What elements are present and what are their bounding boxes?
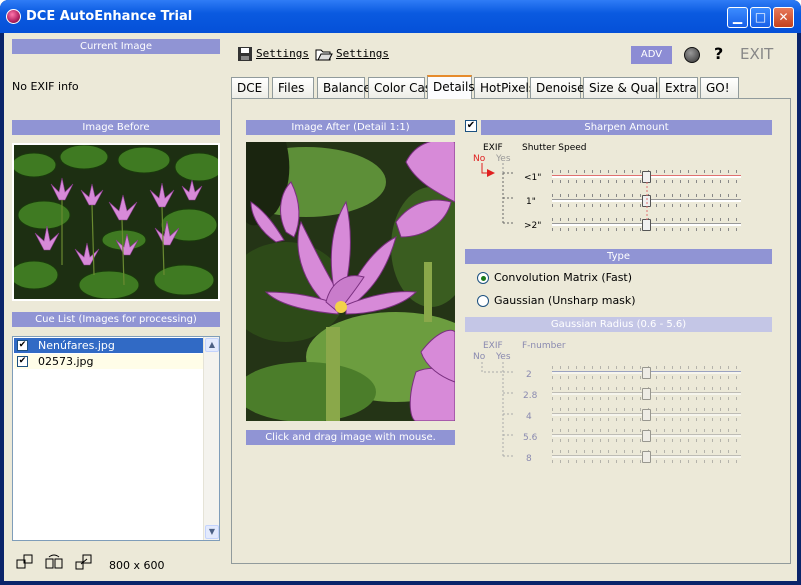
image-size-text: 800 x 600	[109, 559, 165, 572]
sharpen-marker-icon	[487, 169, 495, 177]
sharpen-amount-header: Sharpen Amount	[481, 120, 772, 135]
minimize-button[interactable]: ▁	[727, 7, 748, 28]
type-header: Type	[465, 249, 772, 264]
gaussian-row-label: 2	[526, 370, 532, 380]
app-window: DCE AutoEnhance Trial ▁ □ ✕ Current Imag…	[0, 0, 801, 585]
tab-denoiser[interactable]: Denoiser	[530, 77, 589, 99]
rotate-left-icon[interactable]	[16, 554, 34, 572]
window-title: DCE AutoEnhance Trial	[26, 9, 193, 24]
list-item[interactable]: ✔ 02573.jpg	[14, 354, 204, 369]
list-item[interactable]: ✔ Nenúfares.jpg	[14, 338, 204, 353]
sharpen-link-line	[646, 182, 648, 222]
tab-dce[interactable]: DCE	[231, 77, 269, 99]
image-after-header: Image After (Detail 1:1)	[246, 120, 455, 135]
image-before-header: Image Before	[12, 120, 220, 135]
gaussian-slider[interactable]	[552, 429, 741, 443]
slider-thumb[interactable]	[642, 430, 651, 442]
gaussian-row-label: 8	[526, 454, 532, 464]
open-settings-link[interactable]: Settings	[336, 47, 389, 60]
convolution-label[interactable]: Convolution Matrix (Fast)	[494, 271, 632, 284]
tab-hotpixels[interactable]: HotPixels	[474, 77, 535, 99]
image-after-preview[interactable]	[246, 142, 455, 421]
gaussian-row-label: 2.8	[523, 391, 538, 401]
exit-button[interactable]: EXIT	[740, 45, 773, 63]
sharpen-checkbox[interactable]: ✔	[465, 120, 477, 132]
gaussian-exif-connector	[481, 362, 513, 457]
gaussian-row-label: 4	[526, 412, 532, 422]
slider-thumb[interactable]	[642, 388, 651, 400]
gaussian-slider[interactable]	[552, 387, 741, 401]
list-item-label: 02573.jpg	[38, 355, 94, 368]
tab-details[interactable]: Details	[427, 75, 475, 99]
gaussian-slider[interactable]	[552, 366, 741, 380]
cue-list-header: Cue List (Images for processing)	[12, 312, 220, 327]
drag-hint-bar: Click and drag image with mouse.	[246, 430, 455, 445]
sharpen-row-label: <1"	[524, 173, 542, 183]
tab-go[interactable]: GO!	[700, 77, 739, 99]
help-icon[interactable]: ?	[714, 44, 723, 63]
close-button[interactable]: ✕	[773, 7, 794, 28]
gaussian-no-label[interactable]: No	[473, 352, 485, 362]
slider-thumb[interactable]	[642, 367, 651, 379]
convolution-radio[interactable]	[477, 272, 489, 284]
list-scrollbar[interactable]: ▲ ▼	[203, 337, 219, 540]
rotate-right-icon[interactable]	[44, 554, 64, 572]
gaussian-radius-header: Gaussian Radius (0.6 - 5.6)	[465, 317, 772, 332]
gaussian-row-label: 5.6	[523, 433, 538, 443]
checkbox[interactable]: ✔	[17, 340, 28, 351]
slider-thumb[interactable]	[642, 451, 651, 463]
open-folder-icon[interactable]	[315, 46, 333, 62]
gaussian-yes-label[interactable]: Yes	[496, 352, 511, 362]
app-logo-icon	[6, 9, 21, 24]
sharpen-exif-connector	[481, 163, 513, 224]
gaussian-slider[interactable]	[552, 450, 741, 464]
scroll-down-icon[interactable]: ▼	[205, 525, 219, 539]
title-bar[interactable]: DCE AutoEnhance Trial ▁ □ ✕	[0, 0, 801, 33]
gaussian-slider[interactable]	[552, 408, 741, 422]
gaussian-param-label: F-number	[522, 341, 566, 351]
client-area: Current Image No EXIF info Image Before	[4, 33, 797, 581]
tab-size-quality[interactable]: Size & Quality	[583, 77, 674, 99]
save-icon[interactable]	[237, 46, 253, 62]
gaussian-exif-label: EXIF	[483, 341, 503, 351]
list-item-label: Nenúfares.jpg	[38, 339, 115, 352]
image-before-thumbnail	[12, 143, 220, 301]
details-panel: Image After (Detail 1:1) Click and drag …	[231, 98, 791, 564]
sharpen-param-label: Shutter Speed	[522, 143, 587, 153]
sharpen-row-label: 1"	[526, 197, 536, 207]
record-icon[interactable]	[684, 47, 700, 63]
save-settings-link[interactable]: Settings	[256, 47, 309, 60]
adv-button[interactable]: ADV	[631, 46, 672, 64]
maximize-button[interactable]: □	[750, 7, 771, 28]
scroll-up-icon[interactable]: ▲	[205, 338, 219, 352]
checkbox[interactable]: ✔	[17, 356, 28, 367]
gaussian-radio[interactable]	[477, 295, 489, 307]
tab-color-cast[interactable]: Color Cast	[368, 77, 436, 99]
slider-thumb[interactable]	[642, 409, 651, 421]
tab-balance[interactable]: Balance	[317, 77, 371, 99]
cue-list[interactable]: ✔ Nenúfares.jpg ✔ 02573.jpg ▲ ▼	[12, 336, 220, 541]
sharpen-row-label: >2"	[524, 221, 542, 231]
sharpen-exif-label: EXIF	[483, 143, 503, 153]
tab-extra[interactable]: Extra	[659, 77, 698, 99]
exif-info-text: No EXIF info	[12, 80, 79, 93]
current-image-header: Current Image	[12, 39, 220, 54]
tab-files[interactable]: Files	[272, 77, 314, 99]
resize-icon[interactable]	[75, 554, 93, 572]
gaussian-label[interactable]: Gaussian (Unsharp mask)	[494, 294, 636, 307]
